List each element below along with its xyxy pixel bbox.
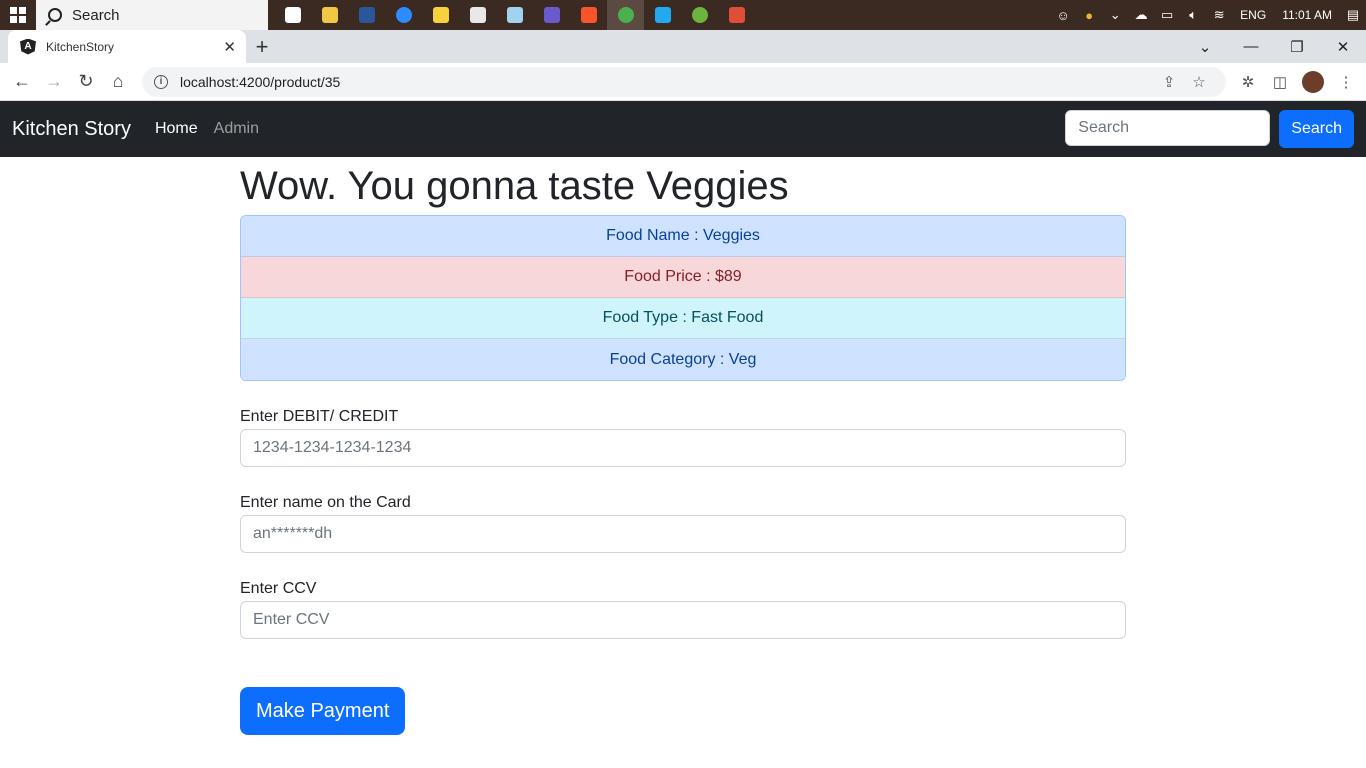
taskbar-app[interactable] [533,0,570,30]
windows-taskbar: Search ☺ ● ⌄ ☁ ▭ 🔈︎ ≋ ENG 11:01 AM ▤ [0,0,1366,30]
people-icon[interactable]: ☺ [1050,0,1076,30]
search-input[interactable] [1065,110,1271,146]
brand-link[interactable]: Kitchen Story [12,118,131,141]
url-text[interactable]: localhost:4200/product/35 [180,74,1154,90]
ccv-label: Enter CCV [240,580,317,597]
clock[interactable]: 11:01 AM [1274,8,1340,22]
taskbar-app[interactable] [348,0,385,30]
windows-start-icon[interactable] [0,0,36,30]
card-name-label: Enter name on the Card [240,494,411,511]
app-navbar: Kitchen Story Home Admin Search [0,101,1366,157]
browser-tab[interactable]: A KitchenStory ✕ [8,30,246,63]
taskbar-app[interactable] [496,0,533,30]
git-gui-icon [728,7,745,23]
media-player-icon [543,7,560,23]
taskbar-app[interactable] [570,0,607,30]
food-category-item: Food Category : Veg [241,339,1125,380]
taskbar-app[interactable] [385,0,422,30]
taskbar-apps [274,0,755,30]
battery-icon[interactable]: ▭ [1154,0,1180,30]
sticky-notes-icon [432,7,449,23]
card-number-label: Enter DEBIT/ CREDIT [240,408,399,425]
taskbar-app[interactable] [681,0,718,30]
volume-icon[interactable]: 🔈︎ [1180,0,1206,30]
taskbar-search-label: Search [72,6,120,24]
onedrive-icon[interactable]: ☁ [1128,0,1154,30]
taskbar-app[interactable] [311,0,348,30]
reload-icon[interactable]: ↻ [70,66,102,98]
home-icon[interactable]: ⌂ [102,66,134,98]
notification-icon[interactable]: ▤ [1340,0,1366,30]
search-button[interactable]: Search [1279,110,1354,148]
page-title: Wow. You gonna taste Veggies [240,164,789,208]
zoom-icon [395,7,412,23]
task-view-icon [284,7,301,23]
search-icon [48,8,62,22]
site-info-icon[interactable]: i [154,74,168,89]
taskbar-app[interactable] [718,0,755,30]
make-payment-button[interactable]: Make Payment [240,687,406,735]
close-tab-icon[interactable]: ✕ [223,38,236,56]
chrome-menu-icon[interactable]: ⋮ [1330,73,1362,91]
new-tab-icon[interactable]: + [246,30,278,63]
bookmark-star-icon[interactable]: ☆ [1184,73,1214,91]
forward-icon[interactable]: → [38,66,70,98]
notepad-icon [506,7,523,23]
taskbar-app[interactable] [274,0,311,30]
card-number-input[interactable] [240,429,1126,467]
language-indicator[interactable]: ENG [1232,8,1274,22]
window-controls: ⌄ — ❐ ✕ [1182,30,1366,63]
profile-avatar[interactable] [1302,70,1324,93]
chevron-up-icon[interactable]: ⌄ [1102,0,1128,30]
extensions-area: ✲ ◫ ⋮ [1232,70,1362,93]
browser-toolbar: ← → ↻ ⌂ i localhost:4200/product/35 ⇪ ☆ … [0,63,1366,101]
word-icon [358,7,375,23]
navbar-search-form: Search [1065,110,1354,148]
wifi-icon[interactable]: ≋ [1206,0,1232,30]
ccv-group: Enter CCV [240,580,1126,639]
file-explorer-icon [321,7,338,23]
share-icon[interactable]: ⇪ [1154,73,1184,91]
system-tray: ☺ ● ⌄ ☁ ▭ 🔈︎ ≋ ENG 11:01 AM ▤ [1050,0,1366,30]
brave-icon [580,7,597,23]
taskbar-app[interactable] [459,0,496,30]
angular-favicon-icon: A [20,38,36,55]
chrome-icon [617,7,634,23]
product-details-list: Food Name : Veggies Food Price : $89 Foo… [240,215,1126,381]
extensions-icon[interactable]: ✲ [1232,73,1264,91]
taskbar-app[interactable] [422,0,459,30]
paint-icon [469,7,486,23]
side-panel-icon[interactable]: ◫ [1264,73,1296,91]
product-page: Wow. You gonna taste Veggies Food Name :… [240,157,1126,735]
nav-link-home[interactable]: Home [155,120,198,138]
weather-icon[interactable]: ● [1076,0,1102,30]
back-icon[interactable]: ← [6,66,38,98]
taskbar-app[interactable] [607,0,644,30]
card-name-group: Enter name on the Card [240,494,1126,553]
food-type-item: Food Type : Fast Food [241,298,1125,339]
spring-tool-icon [691,7,708,23]
taskbar-app[interactable] [644,0,681,30]
card-number-group: Enter DEBIT/ CREDIT [240,408,1126,467]
address-bar[interactable]: i localhost:4200/product/35 ⇪ ☆ [142,66,1226,97]
nav-link-admin[interactable]: Admin [214,120,259,138]
tab-search-icon[interactable]: ⌄ [1182,38,1228,56]
food-name-item: Food Name : Veggies [241,216,1125,257]
vscode-icon [654,7,671,23]
taskbar-search-box[interactable]: Search [36,0,268,30]
minimize-icon[interactable]: — [1228,38,1274,55]
food-price-item: Food Price : $89 [241,257,1125,298]
tab-title: KitchenStory [46,39,115,54]
browser-tab-strip: A KitchenStory ✕ + ⌄ — ❐ ✕ [0,30,1366,63]
close-window-icon[interactable]: ✕ [1320,38,1366,56]
card-name-input[interactable] [240,515,1126,553]
restore-icon[interactable]: ❐ [1274,38,1320,56]
ccv-input[interactable] [240,601,1126,639]
